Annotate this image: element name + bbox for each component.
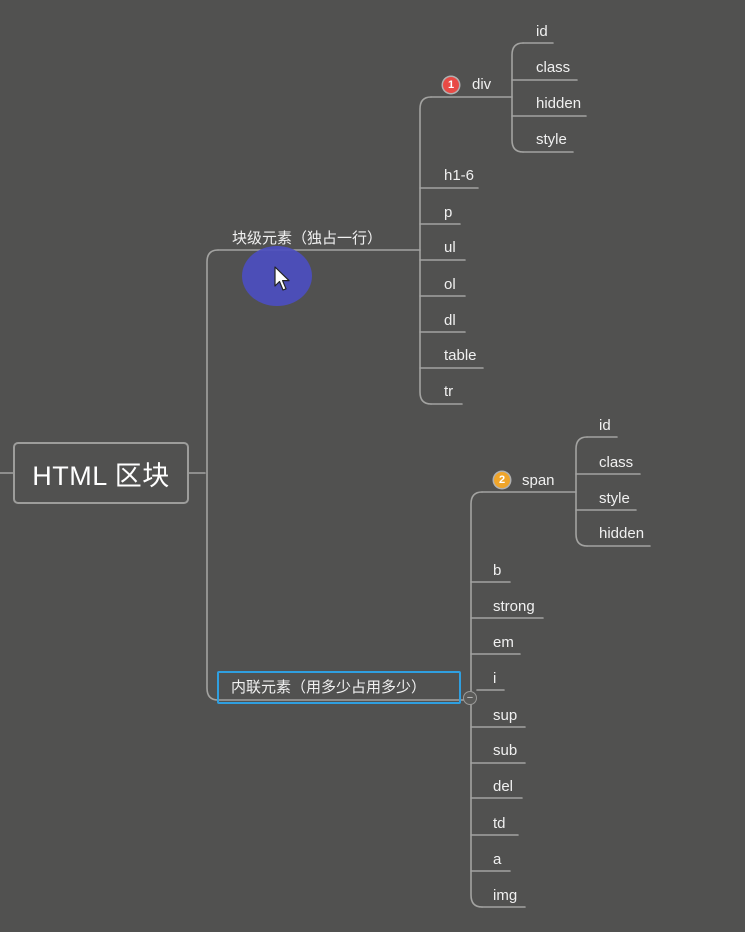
root-label: HTML 区块 bbox=[32, 460, 170, 491]
inline-elements-node[interactable]: 内联元素（用多少占用多少） bbox=[231, 680, 426, 695]
span-node[interactable]: span bbox=[522, 473, 555, 488]
block-bracket bbox=[419, 96, 432, 405]
inline-item-i[interactable]: i bbox=[493, 671, 496, 686]
root-node[interactable]: HTML 区块 bbox=[13, 442, 189, 504]
block-item-p[interactable]: p bbox=[444, 205, 452, 220]
inline-item-em[interactable]: em bbox=[493, 635, 514, 650]
priority-1-badge: 1 bbox=[443, 77, 459, 93]
priority-2-badge: 2 bbox=[494, 472, 510, 488]
div-child-hidden[interactable]: hidden bbox=[536, 96, 581, 111]
block-item-dl[interactable]: dl bbox=[444, 313, 456, 328]
block-item-tr[interactable]: tr bbox=[444, 384, 453, 399]
block-elements-node[interactable]: 块级元素（独占一行） bbox=[232, 231, 382, 246]
inline-elements-label: 内联元素（用多少占用多少） bbox=[231, 679, 427, 696]
collapse-toggle-icon[interactable]: − bbox=[463, 691, 477, 705]
div-child-style[interactable]: style bbox=[536, 132, 567, 147]
inline-item-a[interactable]: a bbox=[493, 852, 501, 867]
span-child-style[interactable]: style bbox=[599, 491, 630, 506]
block-item-table[interactable]: table bbox=[444, 348, 477, 363]
block-item-ol[interactable]: ol bbox=[444, 277, 456, 292]
inline-item-img[interactable]: img bbox=[493, 888, 517, 903]
inline-item-sup[interactable]: sup bbox=[493, 708, 517, 723]
inline-item-del[interactable]: del bbox=[493, 779, 513, 794]
div-node[interactable]: div bbox=[472, 77, 491, 92]
span-bracket bbox=[575, 436, 588, 547]
inline-item-sub[interactable]: sub bbox=[493, 743, 517, 758]
mouse-pointer-icon bbox=[274, 266, 290, 291]
inline-item-b[interactable]: b bbox=[493, 563, 501, 578]
div-child-class[interactable]: class bbox=[536, 60, 570, 75]
div-bracket bbox=[511, 42, 524, 153]
main-trunk bbox=[206, 249, 219, 701]
block-item-ul[interactable]: ul bbox=[444, 240, 456, 255]
block-item-h1-6[interactable]: h1-6 bbox=[444, 168, 474, 183]
inline-item-td[interactable]: td bbox=[493, 816, 506, 831]
inline-item-strong[interactable]: strong bbox=[493, 599, 535, 614]
span-child-class[interactable]: class bbox=[599, 455, 633, 470]
span-child-hidden[interactable]: hidden bbox=[599, 526, 644, 541]
span-child-id[interactable]: id bbox=[599, 418, 611, 433]
block-elements-label: 块级元素（独占一行） bbox=[232, 230, 383, 247]
mindmap-canvas[interactable]: HTML 区块 块级元素（独占一行） 1 div id class hidden… bbox=[0, 0, 745, 932]
div-child-id[interactable]: id bbox=[536, 24, 548, 39]
